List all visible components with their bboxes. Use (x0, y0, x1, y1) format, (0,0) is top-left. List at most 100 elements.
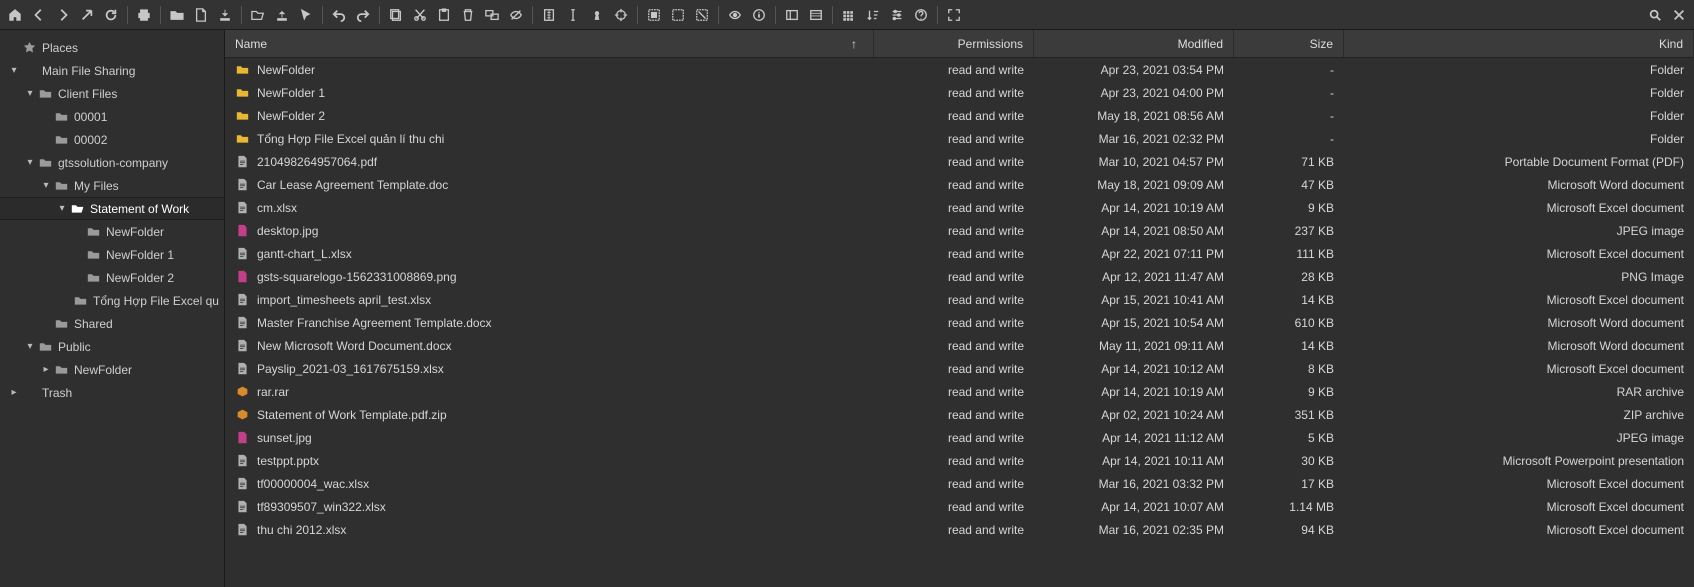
file-row[interactable]: NewFolder 2read and writeMay 18, 2021 08… (225, 104, 1694, 127)
tree-item[interactable]: 00001 (0, 105, 224, 128)
tree-item[interactable]: ▾My Files (0, 174, 224, 197)
file-row[interactable]: NewFolderread and writeApr 23, 2021 03:5… (225, 58, 1694, 81)
grid-icon[interactable] (838, 4, 860, 26)
screens-icon[interactable] (481, 4, 503, 26)
folder-icon (74, 294, 87, 308)
file-row[interactable]: Car Lease Agreement Template.docread and… (225, 173, 1694, 196)
file-kind: Folder (1344, 63, 1694, 77)
file-row[interactable]: Master Franchise Agreement Template.docx… (225, 311, 1694, 334)
compress-icon[interactable] (538, 4, 560, 26)
print-icon[interactable] (133, 4, 155, 26)
file-kind: ZIP archive (1344, 408, 1694, 422)
fullscreen-icon[interactable] (943, 4, 965, 26)
caret-icon[interactable]: ▾ (40, 180, 52, 191)
tree-item[interactable]: ▾Main File Sharing (0, 59, 224, 82)
column-header-modified[interactable]: Modified (1034, 30, 1234, 57)
select-range-icon[interactable] (667, 4, 689, 26)
caret-icon[interactable]: ▾ (8, 65, 20, 76)
tree-item[interactable]: Shared (0, 312, 224, 335)
file-row[interactable]: tf89309507_win322.xlsxread and writeApr … (225, 495, 1694, 518)
select-all-icon[interactable] (643, 4, 665, 26)
folder-icon (54, 363, 68, 377)
file-row[interactable]: Payslip_2021-03_1617675159.xlsxread and … (225, 357, 1694, 380)
file-name: gantt-chart_L.xlsx (257, 247, 874, 261)
file-row[interactable]: Tổng Hợp File Excel quản lí thu chiread … (225, 127, 1694, 150)
panel-left-icon[interactable] (781, 4, 803, 26)
caret-icon[interactable]: ▾ (56, 203, 68, 214)
info-icon[interactable] (748, 4, 770, 26)
tree-item[interactable]: ▸Trash (0, 381, 224, 404)
caret-icon[interactable]: ▸ (40, 364, 52, 375)
chevron-right-icon[interactable] (52, 4, 74, 26)
help-icon[interactable] (910, 4, 932, 26)
tree-item[interactable]: ▾Statement of Work (0, 197, 224, 220)
undo-icon[interactable] (328, 4, 350, 26)
tree-item[interactable]: 00002 (0, 128, 224, 151)
caret-icon[interactable]: ▾ (24, 157, 36, 168)
keyhole-icon[interactable] (586, 4, 608, 26)
crosshair-icon[interactable] (610, 4, 632, 26)
column-header-kind[interactable]: Kind (1344, 30, 1694, 57)
hide-icon[interactable] (505, 4, 527, 26)
sort-az-icon[interactable] (862, 4, 884, 26)
eye-icon[interactable] (724, 4, 746, 26)
search-icon[interactable] (1644, 4, 1666, 26)
deselect-icon[interactable] (691, 4, 713, 26)
open-folder-icon[interactable] (247, 4, 269, 26)
file-row[interactable]: thu chi 2012.xlsxread and writeMar 16, 2… (225, 518, 1694, 541)
sliders-icon[interactable] (886, 4, 908, 26)
tree-item[interactable]: ▾Public (0, 335, 224, 358)
layers-panel-icon[interactable] (805, 4, 827, 26)
caret-icon[interactable]: ▾ (24, 88, 36, 99)
column-header-permissions[interactable]: Permissions (874, 30, 1034, 57)
tree-item[interactable]: ▸NewFolder (0, 358, 224, 381)
new-file-icon[interactable] (190, 4, 212, 26)
tree-item[interactable]: NewFolder 1 (0, 243, 224, 266)
column-header-name[interactable]: Name↑ (225, 30, 874, 57)
tree-item[interactable]: NewFolder (0, 220, 224, 243)
tree-item[interactable]: Tổng Hợp File Excel qu (0, 289, 224, 312)
new-folder-icon[interactable] (166, 4, 188, 26)
file-list[interactable]: NewFolderread and writeApr 23, 2021 03:5… (225, 58, 1694, 587)
file-row[interactable]: tf00000004_wac.xlsxread and writeMar 16,… (225, 472, 1694, 495)
folder-icon (86, 248, 100, 262)
tree-item[interactable]: NewFolder 2 (0, 266, 224, 289)
caret-icon[interactable]: ▸ (8, 387, 20, 398)
text-cursor-icon[interactable] (562, 4, 584, 26)
column-header-size[interactable]: Size (1234, 30, 1344, 57)
chevron-left-icon[interactable] (28, 4, 50, 26)
file-row[interactable]: rar.rarread and writeApr 14, 2021 10:19 … (225, 380, 1694, 403)
file-type-icon (235, 224, 249, 238)
copy-icon[interactable] (385, 4, 407, 26)
file-row[interactable]: import_timesheets april_test.xlsxread an… (225, 288, 1694, 311)
pointer-icon[interactable] (295, 4, 317, 26)
file-row[interactable]: sunset.jpgread and writeApr 14, 2021 11:… (225, 426, 1694, 449)
file-row[interactable]: desktop.jpgread and writeApr 14, 2021 08… (225, 219, 1694, 242)
file-row[interactable]: 210498264957064.pdfread and writeMar 10,… (225, 150, 1694, 173)
cut-icon[interactable] (409, 4, 431, 26)
caret-icon[interactable]: ▾ (24, 341, 36, 352)
file-row[interactable]: testppt.pptxread and writeApr 14, 2021 1… (225, 449, 1694, 472)
refresh-icon[interactable] (100, 4, 122, 26)
upload-icon[interactable] (271, 4, 293, 26)
file-row[interactable]: gantt-chart_L.xlsxread and writeApr 22, … (225, 242, 1694, 265)
file-row[interactable]: Statement of Work Template.pdf.zipread a… (225, 403, 1694, 426)
file-row[interactable]: cm.xlsxread and writeApr 14, 2021 10:19 … (225, 196, 1694, 219)
forward-up-icon[interactable] (76, 4, 98, 26)
file-row[interactable]: New Microsoft Word Document.docxread and… (225, 334, 1694, 357)
file-permissions: read and write (874, 155, 1034, 169)
tree-item[interactable]: ▾Client Files (0, 82, 224, 105)
paste-icon[interactable] (433, 4, 455, 26)
tree-item[interactable]: Places (0, 36, 224, 59)
file-row[interactable]: NewFolder 1read and writeApr 23, 2021 04… (225, 81, 1694, 104)
tree-item[interactable]: ▾gtssolution-company (0, 151, 224, 174)
close-icon[interactable] (1668, 4, 1690, 26)
trash-icon[interactable] (457, 4, 479, 26)
home-icon[interactable] (4, 4, 26, 26)
file-permissions: read and write (874, 178, 1034, 192)
file-type-icon (235, 362, 249, 376)
toolbar-separator (775, 6, 776, 24)
download-icon[interactable] (214, 4, 236, 26)
redo-icon[interactable] (352, 4, 374, 26)
file-row[interactable]: gsts-squarelogo-1562331008869.pngread an… (225, 265, 1694, 288)
